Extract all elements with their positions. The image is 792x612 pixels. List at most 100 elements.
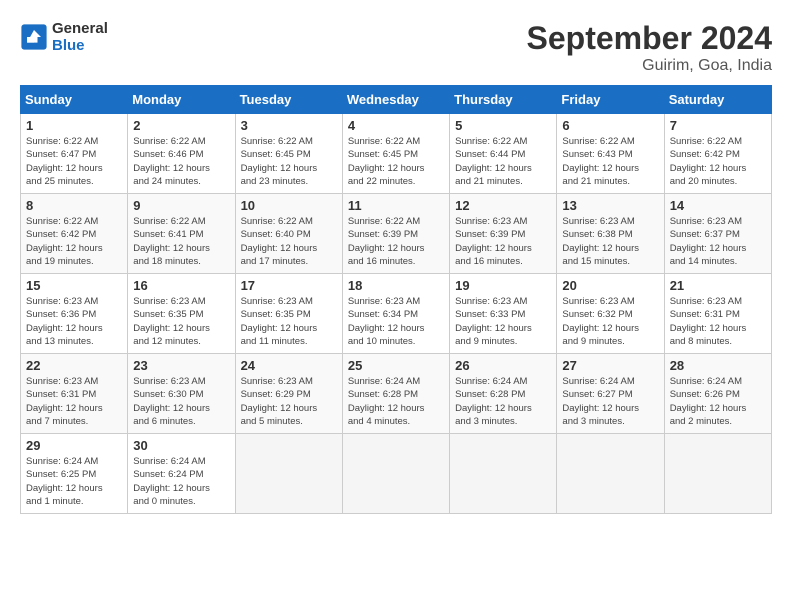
day-number: 11	[348, 198, 444, 213]
calendar-cell: 29 Sunrise: 6:24 AMSunset: 6:25 PMDaylig…	[21, 434, 128, 514]
day-info: Sunrise: 6:22 AMSunset: 6:40 PMDaylight:…	[241, 215, 337, 268]
day-info: Sunrise: 6:24 AMSunset: 6:26 PMDaylight:…	[670, 375, 766, 428]
location: Guirim, Goa, India	[527, 57, 772, 75]
calendar-cell	[664, 434, 771, 514]
header-wednesday: Wednesday	[342, 86, 449, 114]
day-info: Sunrise: 6:22 AMSunset: 6:45 PMDaylight:…	[348, 135, 444, 188]
calendar-cell: 6 Sunrise: 6:22 AMSunset: 6:43 PMDayligh…	[557, 114, 664, 194]
day-info: Sunrise: 6:22 AMSunset: 6:41 PMDaylight:…	[133, 215, 229, 268]
day-number: 8	[26, 198, 122, 213]
calendar-cell	[235, 434, 342, 514]
day-number: 29	[26, 438, 122, 453]
calendar-cell: 3 Sunrise: 6:22 AMSunset: 6:45 PMDayligh…	[235, 114, 342, 194]
header-friday: Friday	[557, 86, 664, 114]
calendar-cell: 24 Sunrise: 6:23 AMSunset: 6:29 PMDaylig…	[235, 354, 342, 434]
week-row-2: 8 Sunrise: 6:22 AMSunset: 6:42 PMDayligh…	[21, 194, 772, 274]
calendar-cell: 8 Sunrise: 6:22 AMSunset: 6:42 PMDayligh…	[21, 194, 128, 274]
day-info: Sunrise: 6:22 AMSunset: 6:45 PMDaylight:…	[241, 135, 337, 188]
day-info: Sunrise: 6:23 AMSunset: 6:29 PMDaylight:…	[241, 375, 337, 428]
calendar-header-row: SundayMondayTuesdayWednesdayThursdayFrid…	[21, 86, 772, 114]
logo-icon	[20, 23, 48, 51]
day-number: 23	[133, 358, 229, 373]
calendar-cell: 20 Sunrise: 6:23 AMSunset: 6:32 PMDaylig…	[557, 274, 664, 354]
calendar-cell: 27 Sunrise: 6:24 AMSunset: 6:27 PMDaylig…	[557, 354, 664, 434]
week-row-4: 22 Sunrise: 6:23 AMSunset: 6:31 PMDaylig…	[21, 354, 772, 434]
header-tuesday: Tuesday	[235, 86, 342, 114]
day-info: Sunrise: 6:23 AMSunset: 6:33 PMDaylight:…	[455, 295, 551, 348]
day-number: 14	[670, 198, 766, 213]
day-number: 17	[241, 278, 337, 293]
calendar-cell: 1 Sunrise: 6:22 AMSunset: 6:47 PMDayligh…	[21, 114, 128, 194]
calendar-cell: 11 Sunrise: 6:22 AMSunset: 6:39 PMDaylig…	[342, 194, 449, 274]
logo-text: General Blue	[52, 20, 108, 54]
day-number: 1	[26, 118, 122, 133]
day-info: Sunrise: 6:23 AMSunset: 6:32 PMDaylight:…	[562, 295, 658, 348]
day-info: Sunrise: 6:23 AMSunset: 6:34 PMDaylight:…	[348, 295, 444, 348]
day-number: 16	[133, 278, 229, 293]
day-info: Sunrise: 6:23 AMSunset: 6:35 PMDaylight:…	[241, 295, 337, 348]
day-number: 25	[348, 358, 444, 373]
day-number: 9	[133, 198, 229, 213]
header-thursday: Thursday	[450, 86, 557, 114]
day-number: 26	[455, 358, 551, 373]
calendar-cell: 18 Sunrise: 6:23 AMSunset: 6:34 PMDaylig…	[342, 274, 449, 354]
day-number: 24	[241, 358, 337, 373]
calendar-cell: 25 Sunrise: 6:24 AMSunset: 6:28 PMDaylig…	[342, 354, 449, 434]
calendar-cell: 19 Sunrise: 6:23 AMSunset: 6:33 PMDaylig…	[450, 274, 557, 354]
calendar-cell: 12 Sunrise: 6:23 AMSunset: 6:39 PMDaylig…	[450, 194, 557, 274]
logo: General Blue	[20, 20, 108, 54]
calendar-cell: 30 Sunrise: 6:24 AMSunset: 6:24 PMDaylig…	[128, 434, 235, 514]
calendar-cell: 17 Sunrise: 6:23 AMSunset: 6:35 PMDaylig…	[235, 274, 342, 354]
day-info: Sunrise: 6:23 AMSunset: 6:30 PMDaylight:…	[133, 375, 229, 428]
day-info: Sunrise: 6:23 AMSunset: 6:38 PMDaylight:…	[562, 215, 658, 268]
calendar-cell: 13 Sunrise: 6:23 AMSunset: 6:38 PMDaylig…	[557, 194, 664, 274]
day-number: 13	[562, 198, 658, 213]
day-number: 20	[562, 278, 658, 293]
day-info: Sunrise: 6:23 AMSunset: 6:37 PMDaylight:…	[670, 215, 766, 268]
day-info: Sunrise: 6:22 AMSunset: 6:44 PMDaylight:…	[455, 135, 551, 188]
calendar-cell: 10 Sunrise: 6:22 AMSunset: 6:40 PMDaylig…	[235, 194, 342, 274]
day-number: 22	[26, 358, 122, 373]
calendar-cell: 21 Sunrise: 6:23 AMSunset: 6:31 PMDaylig…	[664, 274, 771, 354]
day-info: Sunrise: 6:24 AMSunset: 6:25 PMDaylight:…	[26, 455, 122, 508]
page-header: General Blue September 2024 Guirim, Goa,…	[20, 20, 772, 75]
day-info: Sunrise: 6:23 AMSunset: 6:31 PMDaylight:…	[670, 295, 766, 348]
calendar-table: SundayMondayTuesdayWednesdayThursdayFrid…	[20, 85, 772, 514]
month-year: September 2024	[527, 20, 772, 57]
day-number: 6	[562, 118, 658, 133]
day-number: 21	[670, 278, 766, 293]
day-info: Sunrise: 6:22 AMSunset: 6:46 PMDaylight:…	[133, 135, 229, 188]
day-number: 4	[348, 118, 444, 133]
calendar-cell: 5 Sunrise: 6:22 AMSunset: 6:44 PMDayligh…	[450, 114, 557, 194]
calendar-cell: 26 Sunrise: 6:24 AMSunset: 6:28 PMDaylig…	[450, 354, 557, 434]
header-sunday: Sunday	[21, 86, 128, 114]
day-info: Sunrise: 6:24 AMSunset: 6:27 PMDaylight:…	[562, 375, 658, 428]
calendar-cell: 4 Sunrise: 6:22 AMSunset: 6:45 PMDayligh…	[342, 114, 449, 194]
calendar-cell	[342, 434, 449, 514]
week-row-1: 1 Sunrise: 6:22 AMSunset: 6:47 PMDayligh…	[21, 114, 772, 194]
day-info: Sunrise: 6:22 AMSunset: 6:47 PMDaylight:…	[26, 135, 122, 188]
day-info: Sunrise: 6:24 AMSunset: 6:24 PMDaylight:…	[133, 455, 229, 508]
calendar-cell: 23 Sunrise: 6:23 AMSunset: 6:30 PMDaylig…	[128, 354, 235, 434]
day-number: 2	[133, 118, 229, 133]
day-info: Sunrise: 6:24 AMSunset: 6:28 PMDaylight:…	[455, 375, 551, 428]
day-number: 3	[241, 118, 337, 133]
day-info: Sunrise: 6:22 AMSunset: 6:39 PMDaylight:…	[348, 215, 444, 268]
calendar-cell: 16 Sunrise: 6:23 AMSunset: 6:35 PMDaylig…	[128, 274, 235, 354]
title-area: September 2024 Guirim, Goa, India	[527, 20, 772, 75]
header-saturday: Saturday	[664, 86, 771, 114]
day-number: 7	[670, 118, 766, 133]
day-info: Sunrise: 6:22 AMSunset: 6:42 PMDaylight:…	[670, 135, 766, 188]
calendar-cell: 22 Sunrise: 6:23 AMSunset: 6:31 PMDaylig…	[21, 354, 128, 434]
week-row-5: 29 Sunrise: 6:24 AMSunset: 6:25 PMDaylig…	[21, 434, 772, 514]
day-info: Sunrise: 6:23 AMSunset: 6:35 PMDaylight:…	[133, 295, 229, 348]
calendar-cell: 15 Sunrise: 6:23 AMSunset: 6:36 PMDaylig…	[21, 274, 128, 354]
day-number: 27	[562, 358, 658, 373]
day-number: 30	[133, 438, 229, 453]
calendar-cell: 28 Sunrise: 6:24 AMSunset: 6:26 PMDaylig…	[664, 354, 771, 434]
calendar-cell: 14 Sunrise: 6:23 AMSunset: 6:37 PMDaylig…	[664, 194, 771, 274]
day-number: 19	[455, 278, 551, 293]
calendar-cell: 7 Sunrise: 6:22 AMSunset: 6:42 PMDayligh…	[664, 114, 771, 194]
day-number: 18	[348, 278, 444, 293]
day-info: Sunrise: 6:23 AMSunset: 6:36 PMDaylight:…	[26, 295, 122, 348]
